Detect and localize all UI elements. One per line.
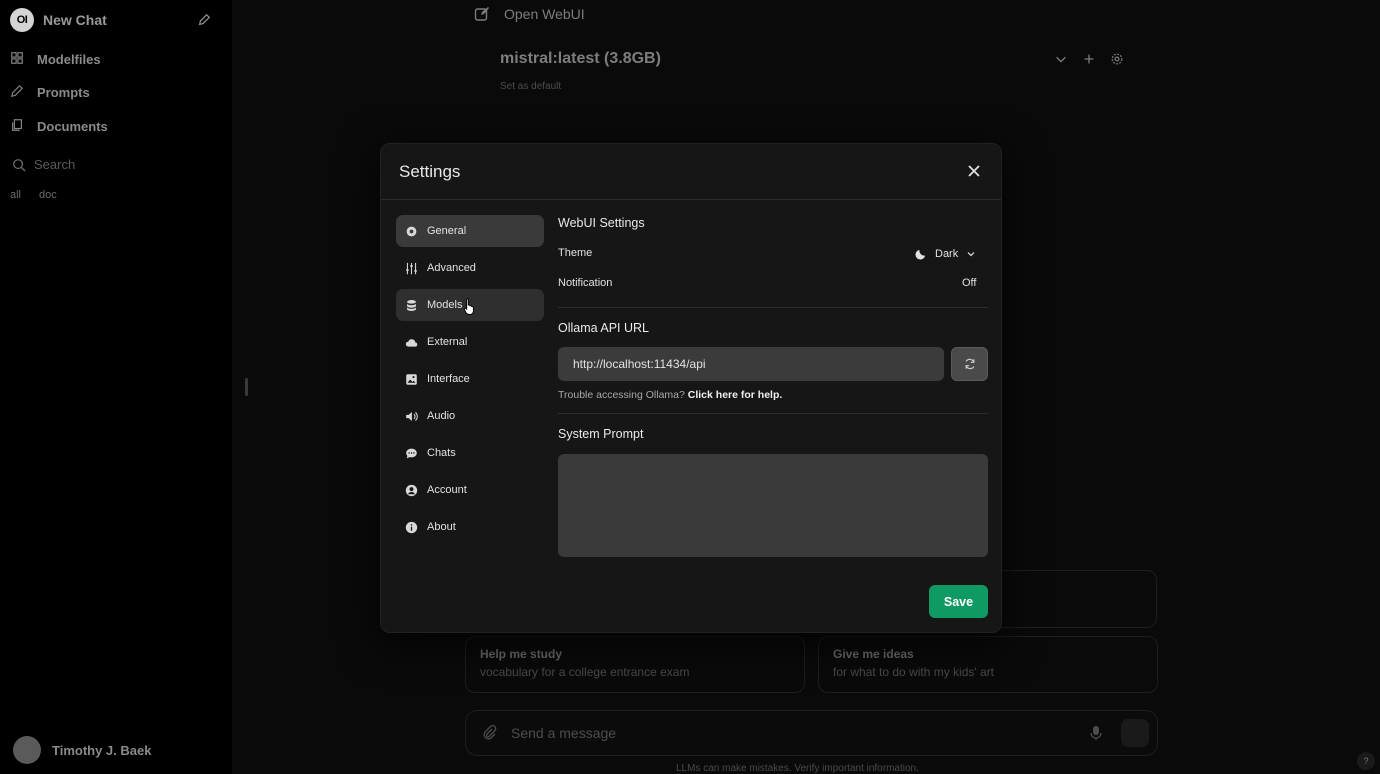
message-input[interactable]: Send a message [511, 725, 1089, 741]
settings-modal: Settings General Advanced Models Externa… [380, 143, 1002, 633]
send-button[interactable] [1121, 719, 1149, 747]
paperclip-icon[interactable] [481, 724, 499, 742]
system-prompt-heading: System Prompt [558, 427, 644, 441]
tab-label: General [427, 225, 467, 237]
new-chat-label[interactable]: New Chat [43, 12, 107, 28]
theme-value: Dark [935, 247, 959, 260]
tab-interface[interactable]: Interface [396, 363, 544, 395]
tab-chats[interactable]: Chats [396, 437, 544, 469]
model-selector[interactable]: mistral:latest (3.8GB) [500, 50, 661, 68]
divider [558, 413, 988, 414]
help-button[interactable]: ? [1357, 752, 1375, 770]
sidebar-item-documents[interactable]: Documents [10, 118, 108, 134]
webui-settings-heading: WebUI Settings [558, 216, 645, 230]
suggestion-title: Help me study [480, 647, 563, 661]
search-input[interactable]: Search [4, 152, 222, 177]
microphone-icon[interactable] [1089, 725, 1103, 741]
tag-filter: all doc [10, 189, 75, 201]
notification-toggle[interactable]: Off [962, 277, 976, 289]
sidebar-resize-handle[interactable] [245, 378, 248, 396]
edit-icon[interactable] [474, 6, 490, 22]
message-composer[interactable]: Send a message [465, 710, 1158, 756]
sidebar-item-label: Documents [37, 118, 108, 134]
info-icon [405, 521, 418, 534]
tab-label: About [427, 521, 456, 533]
pencil-icon [10, 84, 26, 100]
suggestion-card[interactable]: Give me ideas for what to do with my kid… [818, 636, 1158, 693]
speaker-icon [405, 410, 418, 423]
tab-general[interactable]: General [396, 215, 544, 247]
tab-label: Models [427, 299, 463, 311]
modal-title: Settings [399, 162, 461, 181]
user-name: Timothy J. Baek [52, 742, 152, 758]
suggestion-subtitle: for what to do with my kids' art [833, 665, 995, 679]
database-icon [405, 299, 418, 312]
sliders-icon [405, 262, 418, 275]
ollama-help-text: Trouble accessing Ollama? Click here for… [558, 389, 782, 401]
search-placeholder: Search [34, 157, 76, 172]
save-button[interactable]: Save [929, 585, 988, 618]
model-actions [1054, 52, 1124, 66]
grid-icon [10, 51, 26, 67]
sidebar-item-prompts[interactable]: Prompts [10, 84, 90, 100]
chat-bubble-icon [405, 447, 418, 460]
tab-label: Chats [427, 447, 456, 459]
disclaimer: LLMs can make mistakes. Verify important… [676, 763, 919, 774]
user-menu[interactable]: Timothy J. Baek [13, 736, 151, 764]
chevron-down-icon[interactable] [1054, 52, 1068, 66]
sidebar: OI New Chat Modelfiles Prompts Documents… [0, 0, 232, 774]
top-bar: Open WebUI [474, 6, 585, 22]
cloud-icon [405, 336, 418, 349]
new-chat-edit-icon[interactable] [197, 13, 211, 27]
documents-icon [10, 118, 26, 134]
tag-doc[interactable]: doc [39, 189, 57, 201]
new-chat-row[interactable]: OI New Chat [10, 8, 107, 32]
suggestion-title: Give me ideas [833, 647, 914, 661]
help-question: Trouble accessing Ollama? [558, 389, 685, 401]
tab-label: External [427, 336, 468, 348]
system-prompt-textarea[interactable] [558, 454, 988, 557]
divider [381, 199, 1001, 200]
image-icon [405, 373, 418, 386]
avatar [13, 736, 41, 764]
tab-label: Audio [427, 410, 456, 422]
tab-external[interactable]: External [396, 326, 544, 358]
sidebar-item-modelfiles[interactable]: Modelfiles [10, 51, 101, 67]
verify-connection-button[interactable] [951, 347, 988, 381]
ollama-url-input[interactable]: http://localhost:11434/api [558, 347, 944, 381]
tab-label: Advanced [427, 262, 476, 274]
tab-about[interactable]: About [396, 511, 544, 543]
tab-audio[interactable]: Audio [396, 400, 544, 432]
gear-icon[interactable] [1110, 52, 1124, 66]
hand-pointer-icon [463, 297, 476, 315]
plus-icon[interactable] [1082, 52, 1096, 66]
search-icon [12, 158, 26, 172]
sidebar-item-label: Modelfiles [37, 51, 101, 67]
tag-all[interactable]: all [10, 189, 21, 201]
refresh-icon [964, 358, 976, 370]
divider [558, 307, 988, 308]
help-link[interactable]: Click here for help. [688, 389, 783, 401]
openwebui-logo: OI [10, 8, 34, 32]
chevron-down-icon [966, 249, 976, 259]
set-default-link[interactable]: Set as default [500, 81, 561, 92]
notification-label: Notification [558, 277, 613, 289]
suggestion-card[interactable]: Help me study vocabulary for a college e… [465, 636, 805, 693]
ollama-url-heading: Ollama API URL [558, 321, 650, 335]
suggestion-subtitle: vocabulary for a college entrance exam [480, 665, 690, 679]
gear-icon [405, 225, 418, 238]
close-icon[interactable] [967, 164, 981, 178]
tab-advanced[interactable]: Advanced [396, 252, 544, 284]
tab-label: Account [427, 484, 467, 496]
user-circle-icon [405, 484, 418, 497]
moon-icon [915, 247, 928, 260]
app-title: Open WebUI [504, 6, 585, 22]
tab-label: Interface [427, 373, 470, 385]
tab-account[interactable]: Account [396, 474, 544, 506]
theme-label: Theme [558, 247, 593, 259]
theme-select[interactable]: Dark [915, 247, 976, 260]
sidebar-item-label: Prompts [37, 84, 90, 100]
